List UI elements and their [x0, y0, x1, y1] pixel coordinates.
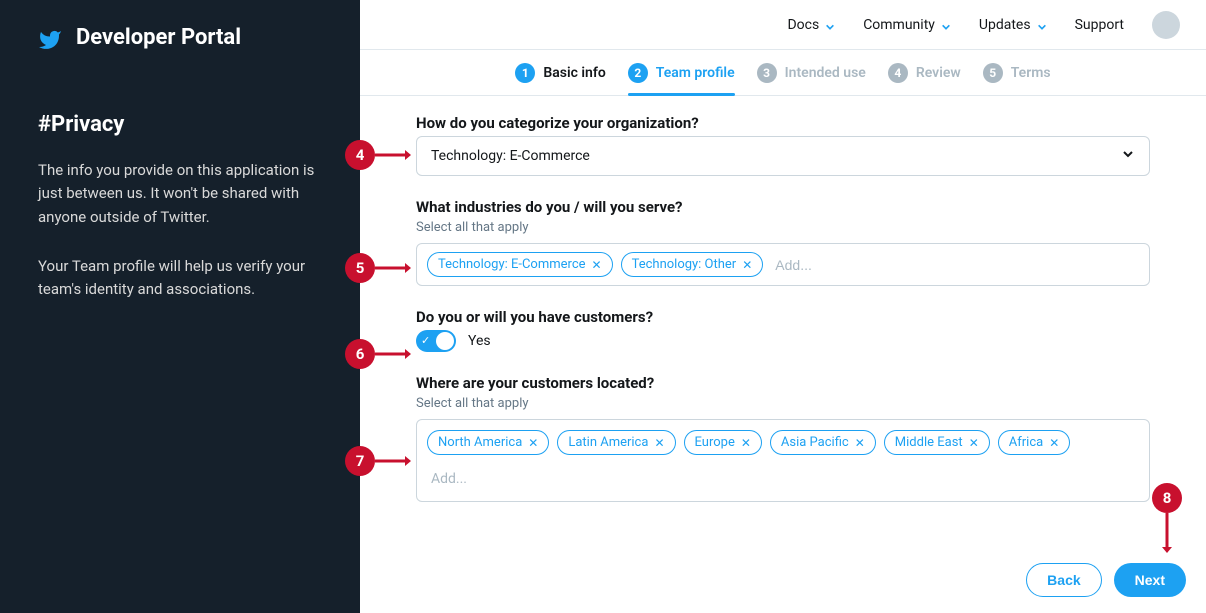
locations-hint: Select all that apply [416, 396, 1150, 411]
step-basic-info[interactable]: 1 Basic info [515, 63, 605, 83]
nav-updates-label: Updates [979, 17, 1031, 33]
toggle-knob [436, 332, 454, 350]
tag-label: Middle East [895, 435, 963, 450]
industry-tag[interactable]: Technology: Other ✕ [621, 252, 764, 277]
chevron-down-icon [941, 20, 951, 30]
sidebar-header: Developer Portal [38, 24, 322, 52]
main-panel: Docs Community Updates Support 1 Basic i… [360, 0, 1206, 613]
field-industries: What industries do you / will you serve?… [416, 198, 1150, 286]
step-team-profile[interactable]: 2 Team profile [628, 63, 735, 83]
next-button[interactable]: Next [1114, 563, 1186, 597]
check-icon: ✓ [421, 334, 430, 347]
step-number: 1 [515, 63, 535, 83]
close-icon[interactable]: ✕ [855, 437, 865, 449]
field-customers: Do you or will you have customers? ✓ Yes [416, 308, 1150, 352]
nav-community[interactable]: Community [863, 17, 951, 33]
step-label: Review [916, 65, 961, 81]
close-icon[interactable]: ✕ [969, 437, 979, 449]
arrow-down-icon [1161, 513, 1173, 553]
nav-docs[interactable]: Docs [787, 17, 835, 33]
industries-hint: Select all that apply [416, 220, 1150, 235]
tag-label: Technology: E-Commerce [438, 257, 586, 272]
close-icon[interactable]: ✕ [741, 437, 751, 449]
annotation-marker-8: 8 [1152, 483, 1182, 513]
tag-label: Europe [695, 435, 735, 450]
category-value: Technology: E-Commerce [431, 148, 590, 164]
location-tag[interactable]: Africa ✕ [998, 430, 1071, 455]
annotation-marker-6: 6 [345, 339, 375, 369]
step-label: Intended use [785, 65, 866, 81]
close-icon[interactable]: ✕ [592, 259, 602, 271]
step-number: 2 [628, 63, 648, 83]
customers-toggle[interactable]: ✓ [416, 330, 456, 352]
close-icon[interactable]: ✕ [528, 437, 538, 449]
step-label: Basic info [543, 65, 605, 81]
step-label: Terms [1011, 65, 1051, 81]
sidebar-paragraph-1: The info you provide on this application… [38, 159, 322, 229]
category-label: How do you categorize your organization? [416, 114, 1150, 132]
industry-tag[interactable]: Technology: E-Commerce ✕ [427, 252, 613, 277]
industries-add-input[interactable] [771, 253, 1139, 277]
close-icon[interactable]: ✕ [654, 437, 664, 449]
step-number: 5 [983, 63, 1003, 83]
location-tag[interactable]: North America ✕ [427, 430, 549, 455]
customers-toggle-label: Yes [468, 333, 491, 349]
step-review[interactable]: 4 Review [888, 63, 961, 83]
annotation-marker-7: 7 [345, 446, 375, 476]
location-tag[interactable]: Europe ✕ [684, 430, 762, 455]
close-icon[interactable]: ✕ [1049, 437, 1059, 449]
close-icon[interactable]: ✕ [742, 259, 752, 271]
locations-add-placeholder[interactable]: Add... [427, 467, 1139, 491]
location-tag[interactable]: Latin America ✕ [557, 430, 675, 455]
annotation-marker-4: 4 [345, 140, 375, 170]
form-content: How do you categorize your organization?… [360, 96, 1206, 613]
sidebar: Developer Portal #Privacy The info you p… [0, 0, 360, 613]
footer-actions: Back Next [1026, 563, 1186, 597]
portal-title: Developer Portal [76, 24, 241, 52]
sidebar-paragraph-2: Your Team profile will help us verify yo… [38, 255, 322, 302]
twitter-icon [38, 28, 62, 52]
nav-support[interactable]: Support [1075, 17, 1124, 33]
field-category: How do you categorize your organization?… [416, 114, 1150, 176]
avatar[interactable] [1152, 11, 1180, 39]
tag-label: North America [438, 435, 522, 450]
arrow-right-icon [375, 262, 411, 274]
arrow-right-icon [375, 455, 411, 467]
step-number: 4 [888, 63, 908, 83]
chevron-down-icon [1037, 20, 1047, 30]
step-number: 3 [757, 63, 777, 83]
sidebar-heading: #Privacy [38, 112, 322, 137]
chevron-down-icon [1121, 147, 1135, 165]
tag-label: Latin America [568, 435, 648, 450]
stepper: 1 Basic info 2 Team profile 3 Intended u… [360, 50, 1206, 96]
arrow-right-icon [375, 348, 411, 360]
step-label: Team profile [656, 65, 735, 81]
nav-community-label: Community [863, 17, 935, 33]
category-select[interactable]: Technology: E-Commerce [416, 136, 1150, 176]
field-locations: Where are your customers located? Select… [416, 374, 1150, 502]
customers-label: Do you or will you have customers? [416, 308, 1150, 326]
location-tag[interactable]: Asia Pacific ✕ [770, 430, 876, 455]
top-navigation: Docs Community Updates Support [360, 0, 1206, 50]
annotation-marker-5: 5 [345, 253, 375, 283]
tag-label: Asia Pacific [781, 435, 849, 450]
locations-label: Where are your customers located? [416, 374, 1150, 392]
chevron-down-icon [825, 20, 835, 30]
industries-label: What industries do you / will you serve? [416, 198, 1150, 216]
nav-support-label: Support [1075, 17, 1124, 33]
arrow-right-icon [375, 149, 411, 161]
nav-docs-label: Docs [787, 17, 819, 33]
step-intended-use[interactable]: 3 Intended use [757, 63, 866, 83]
nav-updates[interactable]: Updates [979, 17, 1047, 33]
step-terms[interactable]: 5 Terms [983, 63, 1051, 83]
tag-label: Africa [1009, 435, 1043, 450]
back-button[interactable]: Back [1026, 563, 1101, 597]
tag-label: Technology: Other [632, 257, 737, 272]
industries-tagbox[interactable]: Technology: E-Commerce ✕ Technology: Othe… [416, 243, 1150, 286]
location-tag[interactable]: Middle East ✕ [884, 430, 990, 455]
locations-tagbox[interactable]: North America ✕ Latin America ✕ Europe ✕ As… [416, 419, 1150, 502]
